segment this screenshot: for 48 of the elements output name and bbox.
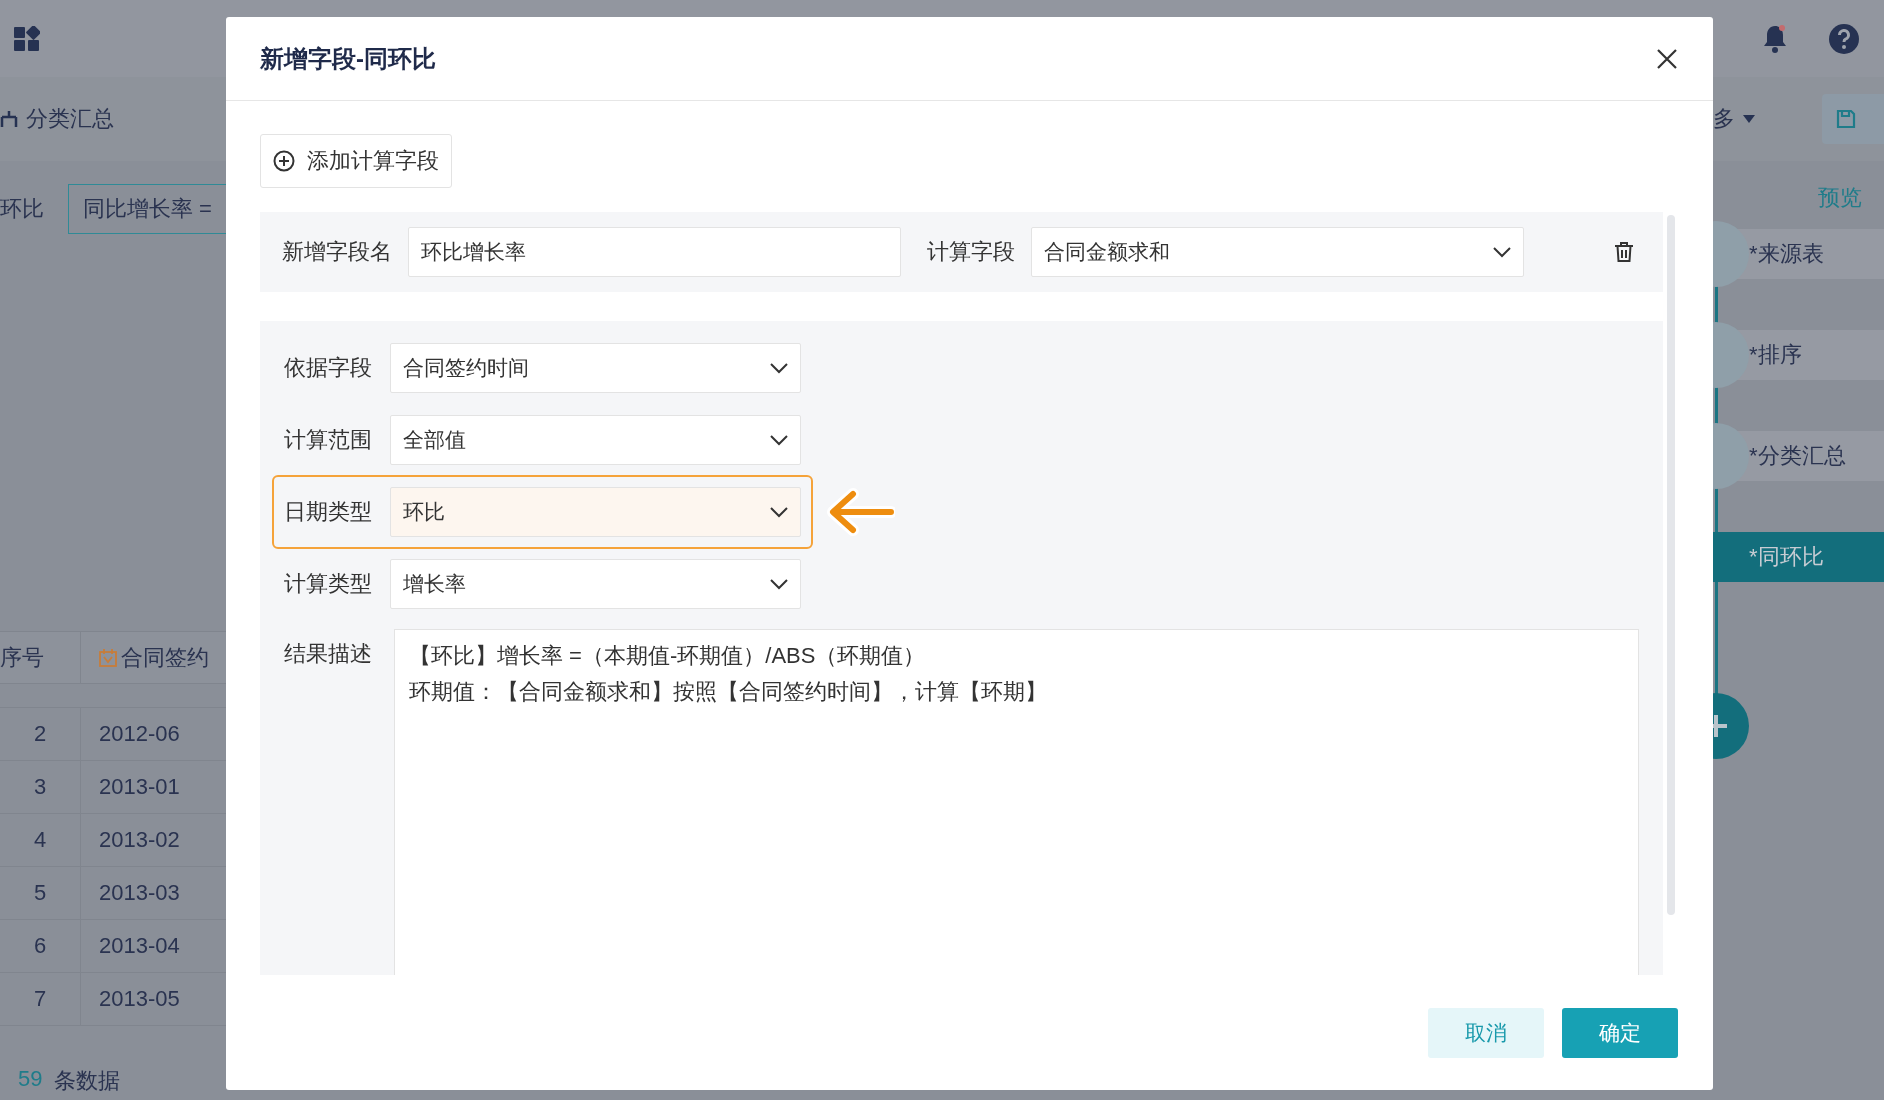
field-label: 结果描述 [284,640,373,668]
more-menu[interactable]: 多 [1713,104,1755,134]
chevron-icon [770,506,788,518]
field-label: 新增字段名 [282,238,392,266]
table-cell-text: 2 [32,721,48,747]
table-cell-text: 6 [32,933,48,959]
delete-icon[interactable] [1615,242,1633,262]
dropdown[interactable]: 环比 [390,487,801,537]
step-label: *排序 [1749,341,1802,369]
step-label: *分类汇总 [1749,442,1846,470]
hierarchy-icon [0,111,18,127]
field-label: 依据字段 [284,354,373,382]
record-count: 59 [18,1066,43,1093]
help-icon[interactable] [1828,22,1860,55]
scrollbar[interactable] [1667,215,1675,915]
save-icon [1836,109,1856,129]
field-label: 计算类型 [284,570,373,598]
step-label: *来源表 [1749,240,1824,268]
dialog-title: 新增字段-同环比 [260,43,436,74]
field-label: 计算字段 [927,238,1015,266]
plus-circle-icon [273,150,295,172]
field-label: 计算范围 [284,426,373,454]
dropdown[interactable]: 合同签约时间 [390,343,801,393]
toolbar-item[interactable]: 分类汇总 [0,104,114,134]
record-unit: 条数据 [54,1067,121,1095]
caret-icon [1743,115,1755,123]
formula-label: 环比 [0,195,44,223]
table-cell-text: 5 [32,880,48,906]
table-cell-text: 7 [32,986,48,1012]
dropdown[interactable]: 全部值 [390,415,801,465]
dropdown[interactable]: 增长率 [390,559,801,609]
bell-icon[interactable] [1762,23,1788,54]
column-header: 序号 [0,643,45,672]
apps-icon[interactable] [14,25,40,52]
close-icon[interactable] [1657,48,1677,69]
table-cell-text: 4 [32,827,48,853]
step-label: *同环比 [1749,543,1824,571]
chevron-icon [1493,246,1511,258]
chevron-icon [770,434,788,446]
chevron-icon [770,578,788,590]
name-field[interactable]: 环比增长率 [408,227,901,277]
table-cell-text: 3 [32,774,48,800]
description-field[interactable]: 【环比】增长率 =（本期值-环期值）/ABS（环期值） 环期值：【合同金额求和】按照【合同签约时间】，计算【环期】 [394,629,1639,975]
calendar-icon [99,648,117,667]
add-field-button[interactable]: 添加计算字段 [260,134,452,188]
field-dropdown[interactable]: 合同金额求和 [1031,227,1524,277]
chevron-icon [770,362,788,374]
field-label: 日期类型 [284,498,373,526]
